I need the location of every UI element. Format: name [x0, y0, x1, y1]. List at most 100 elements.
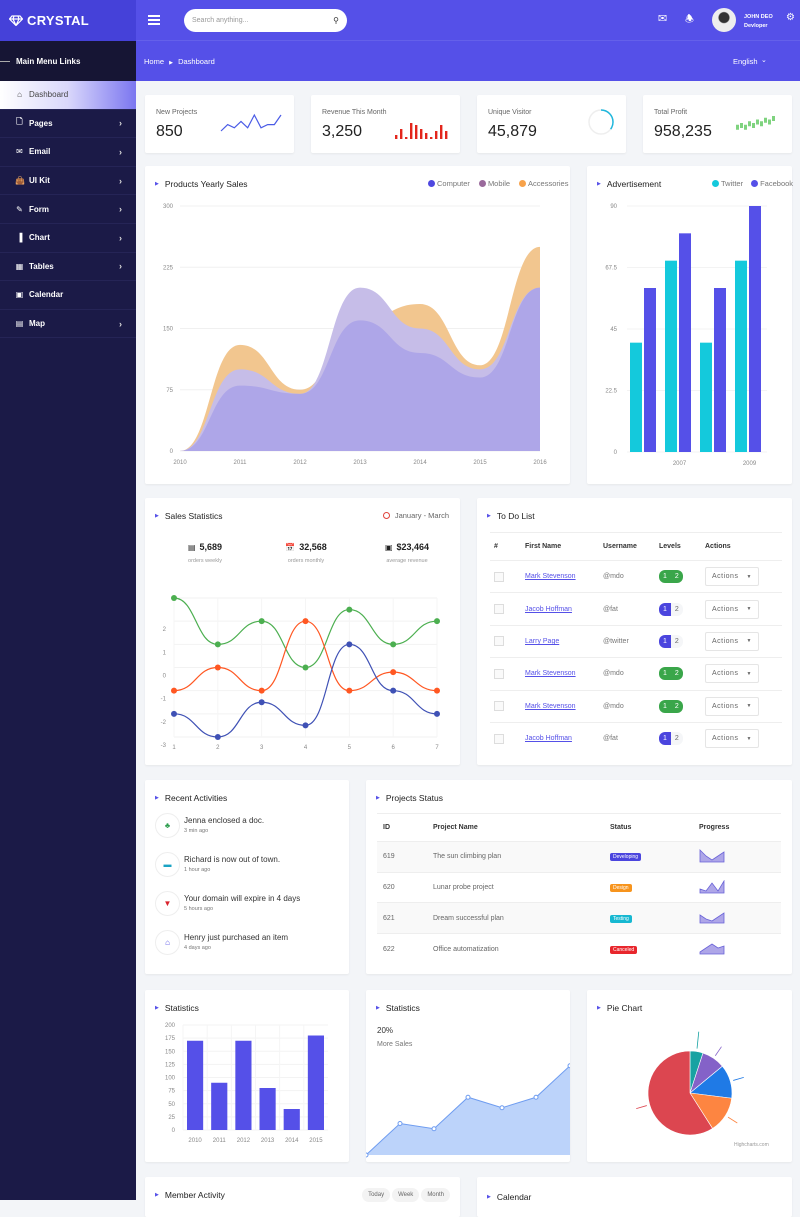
row-checkbox[interactable]: [494, 604, 504, 615]
sidebar-item-chart[interactable]: ▐ Chart ›: [0, 224, 136, 253]
y-tick-label: 1: [163, 650, 167, 656]
search-icon[interactable]: ⚲: [333, 16, 339, 25]
avatar[interactable]: [712, 8, 736, 32]
row-checkbox[interactable]: [494, 668, 504, 679]
period-label: January - March: [394, 511, 449, 520]
legend-item[interactable]: Computer: [428, 179, 470, 188]
bullet-icon: ▶: [376, 795, 380, 801]
username-cell: @mdo: [603, 559, 659, 593]
sidebar-item-calendar[interactable]: ▣ Calendar: [0, 281, 136, 310]
progress-cell: [699, 933, 781, 965]
activity-item[interactable]: ⌂ Henry just purchased an item 4 days ago: [155, 930, 288, 955]
pie-chart-card: ▶ Pie Chart Highcharts.com: [587, 990, 792, 1162]
sparkline-bar: [768, 119, 771, 125]
level-b: 2: [670, 699, 683, 713]
status-cell: Canceled: [610, 933, 699, 965]
row-checkbox[interactable]: [494, 733, 504, 744]
card-title-text: Sales Statistics: [164, 511, 223, 521]
file-icon: 🗋: [16, 117, 23, 127]
level-a: 1: [659, 570, 671, 584]
actions-dropdown[interactable]: Actions ▼: [705, 664, 759, 684]
name-link[interactable]: Mark Stevenson: [525, 703, 576, 710]
sparkline-bar: [445, 131, 448, 139]
actions-dropdown[interactable]: Actions ▼: [705, 729, 759, 749]
chart-credit[interactable]: Highcharts.com: [734, 1142, 769, 1148]
legend-item[interactable]: Accessories: [519, 179, 568, 188]
sidebar-item-email[interactable]: ✉ Email ›: [0, 138, 136, 167]
bell-icon[interactable]: 🕭: [685, 12, 694, 29]
sidebar-item-pages[interactable]: 🗋 Pages ›: [0, 110, 136, 139]
legend-item[interactable]: Mobile: [478, 179, 510, 188]
activity-item[interactable]: ♣ Jenna enclosed a doc. 3 min ago: [155, 813, 264, 838]
name-cell: Mark Stevenson: [525, 689, 603, 723]
language-select[interactable]: English: [733, 57, 758, 66]
series-green-point: [346, 606, 353, 613]
chevron-down-icon[interactable]: ⌄: [761, 56, 767, 64]
activity-time: 3 min ago: [184, 828, 209, 834]
sidebar-item-label: Dashboard: [29, 90, 69, 100]
mail-icon[interactable]: ✉: [658, 12, 667, 25]
checkbox-cell: [490, 624, 525, 658]
activity-text: Richard is now out of town.: [184, 855, 281, 864]
period-selector[interactable]: January - March: [382, 511, 449, 520]
gear-icon[interactable]: ⚙: [786, 12, 795, 23]
activity-item[interactable]: ▬ Richard is now out of town. 1 hour ago: [155, 852, 280, 877]
breadcrumb-home[interactable]: Home: [144, 57, 164, 66]
bullet-icon: ▶: [376, 1005, 380, 1011]
x-tick-label: 2016: [533, 460, 547, 466]
actions-dropdown[interactable]: Actions ▼: [705, 631, 759, 651]
y-tick-label: 0: [172, 1128, 176, 1134]
revenue-sparkline: [395, 123, 448, 139]
brand-logo[interactable]: CRYSTAL: [0, 0, 136, 41]
kpi-value: $23,464: [396, 542, 430, 552]
stat-subtitle: More Sales: [377, 1041, 413, 1048]
sidebar-item-label: Calendar: [29, 290, 64, 300]
sidebar-item-form[interactable]: ✎ Form ›: [0, 195, 136, 224]
actions-dropdown[interactable]: Actions ▼: [705, 696, 759, 716]
search-input[interactable]: Search anything... ⚲: [184, 9, 347, 32]
row-checkbox[interactable]: [494, 701, 504, 712]
chevron-right-icon: ›: [119, 318, 122, 329]
chevron-right-icon: ›: [119, 204, 122, 215]
name-link[interactable]: Mark Stevenson: [525, 670, 576, 677]
row-checkbox[interactable]: [494, 636, 504, 647]
statistics-area-card: ▶ Statistics 20% More Sales: [366, 990, 570, 1162]
sparkline-bar: [764, 117, 767, 123]
sidebar-item-tables[interactable]: ▦ Tables ›: [0, 253, 136, 282]
clipboard-icon: ▤: [187, 543, 196, 552]
name-link[interactable]: Larry Page: [525, 638, 559, 645]
activity-item[interactable]: ▼ Your domain will expire in 4 days 5 hour…: [155, 891, 300, 916]
name-cell: Jacob Hoffman: [525, 592, 603, 626]
column-header: First Name: [525, 543, 562, 550]
todo-table: # First Name Username Levels Actions Mark St…: [490, 532, 782, 755]
name-link[interactable]: Jacob Hoffman: [525, 606, 572, 613]
card-title: ▶ Recent Activities: [155, 793, 227, 803]
legend-item[interactable]: Twitter: [712, 179, 743, 188]
sidebar-item-ui-kit[interactable]: 👜 UI Kit ›: [0, 167, 136, 196]
actions-dropdown[interactable]: Actions ▼: [705, 567, 759, 587]
legend-label: Twitter: [721, 179, 744, 188]
sales-statistics-chart: 1 2 3 4 5 6 7 2 1 0 -1 -2 -3: [161, 595, 440, 751]
username-cell: @twitter: [603, 624, 659, 658]
sparkline-bar: [420, 129, 423, 139]
sidebar-item-dashboard[interactable]: ⌂ Dashboard: [0, 81, 136, 110]
menu-toggle-icon[interactable]: [148, 15, 160, 27]
legend-item[interactable]: Facebook: [751, 179, 793, 188]
actions-dropdown[interactable]: Actions ▼: [705, 599, 759, 619]
bar-facebook: [644, 288, 656, 452]
name-link[interactable]: Jacob Hoffman: [525, 735, 572, 742]
y-tick-label: 125: [165, 1062, 176, 1068]
pie-connector: [733, 1076, 744, 1081]
series-orange-point: [258, 687, 265, 694]
sidebar-item-map[interactable]: ▤ Map ›: [0, 310, 136, 339]
activity-body: Jenna enclosed a doc. 3 min ago: [184, 813, 264, 838]
user-info[interactable]: JOHN DEO Devloper: [744, 13, 773, 31]
checkbox-cell: [490, 689, 525, 723]
row-checkbox[interactable]: [494, 571, 504, 582]
visitor-progress-ring: [588, 109, 614, 135]
bullet-icon: ▶: [155, 1192, 159, 1198]
x-tick-label: 7: [435, 745, 439, 751]
statistics-bar-card: ▶ Statistics 0 25 50 75 100 125 150 175 200 2010 20…: [145, 990, 349, 1162]
name-link[interactable]: Mark Stevenson: [525, 573, 576, 580]
bar: [283, 1109, 300, 1130]
